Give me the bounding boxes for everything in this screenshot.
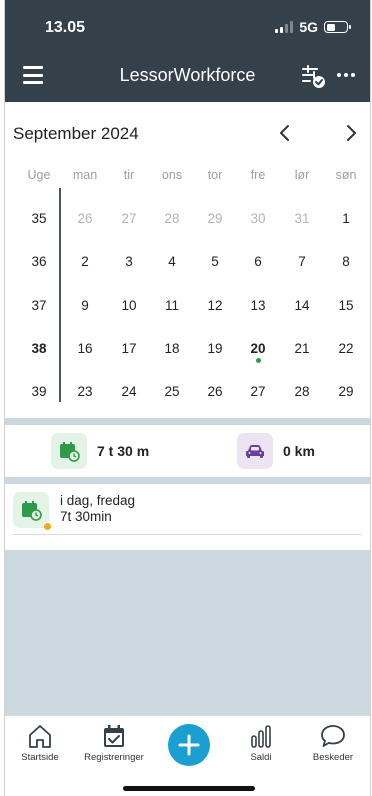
home-icon — [29, 725, 51, 748]
chevron-left-icon[interactable] — [274, 122, 296, 144]
calendar-day[interactable]: 4 — [152, 254, 192, 269]
tab-beskeder[interactable]: Beskeder — [298, 723, 368, 763]
calendar-day[interactable]: 6 — [238, 254, 278, 269]
phone-screen: 13.05 5G LessorWorkforce September 2024 — [4, 0, 371, 796]
tab-label: Saldi — [250, 752, 272, 763]
calendar-day[interactable]: 12 — [195, 298, 235, 313]
home-indicator — [123, 786, 255, 791]
list-item[interactable]: i dag, fredag 7t 30min — [5, 484, 370, 550]
calendar-day[interactable]: 10 — [109, 298, 149, 313]
calendar-day[interactable]: 25 — [152, 384, 192, 399]
add-button[interactable] — [168, 724, 210, 766]
week-number: 35 — [31, 211, 47, 227]
calendar-day[interactable]: 7 — [282, 254, 322, 269]
calendar-day[interactable]: 13 — [238, 298, 278, 313]
calendar-day[interactable]: 27 — [109, 211, 149, 226]
chat-bubble-icon — [321, 725, 345, 747]
week-number: 36 — [31, 254, 47, 270]
network-label: 5G — [299, 19, 318, 35]
weekday-header: fre — [250, 168, 266, 182]
calendar-day[interactable]: 17 — [109, 341, 149, 356]
calendar-day[interactable]: 31 — [282, 211, 322, 226]
empty-area — [5, 550, 370, 715]
section-divider — [5, 418, 370, 425]
calendar-day[interactable]: 26 — [195, 384, 235, 399]
week-number: 38 — [31, 340, 47, 356]
calendar-day[interactable]: 24 — [109, 384, 149, 399]
calendar-check-icon — [104, 725, 124, 747]
calendar-day[interactable]: 1 — [326, 211, 366, 226]
calendar-day[interactable]: 23 — [65, 384, 105, 399]
weekday-header: tir — [123, 168, 135, 182]
calendar-day[interactable]: 16 — [65, 341, 105, 356]
tab-label: Registreringer — [84, 752, 144, 763]
calendar: September 2024 Uge man tir ons tor fre lør søn 3… — [5, 102, 370, 442]
hours-value: 7 t 30 m — [97, 443, 150, 459]
calendar-day[interactable]: 8 — [326, 254, 366, 269]
status-bar: 13.05 5G — [5, 0, 370, 50]
calendar-day[interactable]: 3 — [109, 254, 149, 269]
tab-label: Beskeder — [312, 752, 354, 763]
month-label: September 2024 — [13, 124, 139, 143]
summary-bar: 7 t 30 m 0 km — [5, 425, 370, 477]
today-indicator — [255, 357, 261, 363]
calendar-day[interactable]: 28 — [282, 384, 322, 399]
weekday-header: ons — [161, 168, 183, 182]
calendar-day[interactable]: 9 — [65, 298, 105, 313]
signal-icon — [275, 21, 294, 33]
calendar-day[interactable]: 18 — [152, 341, 192, 356]
plus-icon — [178, 734, 200, 756]
calendar-day[interactable]: 22 — [326, 341, 366, 356]
calendar-day[interactable]: 15 — [326, 298, 366, 313]
filter-check-icon[interactable] — [300, 63, 326, 89]
weekday-header: søn — [335, 168, 357, 182]
section-divider — [5, 477, 370, 484]
distance-value: 0 km — [283, 443, 315, 459]
weekday-header: Uge — [27, 168, 51, 182]
status-time: 13.05 — [45, 19, 86, 36]
tab-registreringer[interactable]: Registreringer — [79, 723, 149, 763]
entry-day: i dag, fredag — [60, 493, 136, 508]
calendar-day[interactable]: 5 — [195, 254, 235, 269]
calendar-day[interactable]: 26 — [65, 211, 105, 226]
calendar-clock-icon — [51, 433, 87, 469]
chevron-right-icon[interactable] — [340, 122, 362, 144]
calendar-day[interactable]: 19 — [195, 341, 235, 356]
calendar-day[interactable]: 14 — [282, 298, 322, 313]
bottom-tab-bar: Startside Registreringer Saldi Beskeder — [5, 715, 370, 796]
distance-summary: 0 km — [237, 433, 315, 469]
bar-chart-icon — [251, 725, 271, 748]
hours-summary: 7 t 30 m — [51, 433, 149, 469]
app-header: LessorWorkforce — [5, 50, 370, 102]
weekday-header: man — [72, 168, 98, 182]
tab-label: Startside — [21, 752, 59, 763]
tab-saldi[interactable]: Saldi — [226, 723, 296, 763]
calendar-day[interactable]: 28 — [152, 211, 192, 226]
car-icon — [237, 433, 273, 469]
calendar-day-today[interactable]: 20 — [238, 341, 278, 363]
weekday-header: lør — [294, 168, 310, 182]
calendar-day[interactable]: 21 — [282, 341, 322, 356]
battery-icon — [324, 21, 351, 33]
week-number: 39 — [31, 383, 47, 399]
tab-startside[interactable]: Startside — [5, 723, 75, 763]
entry-duration: 7t 30min — [60, 509, 112, 524]
week-divider — [59, 188, 61, 402]
calendar-clock-icon — [13, 492, 52, 531]
calendar-day[interactable]: 11 — [152, 298, 192, 313]
calendar-day[interactable]: 27 — [238, 384, 278, 399]
week-number: 37 — [31, 297, 47, 313]
calendar-day[interactable]: 2 — [65, 254, 105, 269]
weekday-header: tor — [207, 168, 223, 182]
more-icon[interactable] — [334, 63, 358, 87]
status-dot — [43, 522, 52, 531]
calendar-day[interactable]: 29 — [326, 384, 366, 399]
calendar-day[interactable]: 29 — [195, 211, 235, 226]
calendar-day[interactable]: 30 — [238, 211, 278, 226]
